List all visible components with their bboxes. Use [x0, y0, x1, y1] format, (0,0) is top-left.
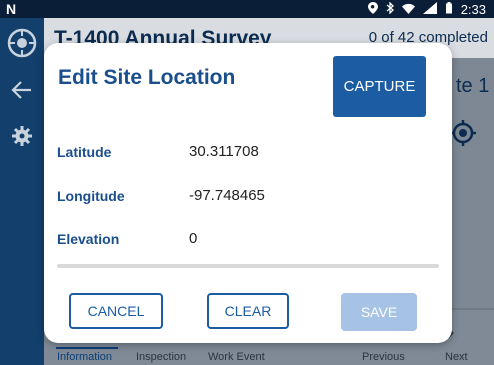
- status-bar: N 2:33: [0, 0, 494, 18]
- back-arrow-icon[interactable]: [0, 80, 44, 105]
- next-button[interactable]: Next: [445, 351, 468, 363]
- wifi-icon: [401, 2, 415, 17]
- save-button[interactable]: SAVE: [341, 293, 417, 331]
- active-tab-indicator: [56, 347, 118, 349]
- bluetooth-icon: [386, 1, 394, 17]
- tab-information[interactable]: Information: [57, 351, 112, 363]
- capture-button[interactable]: CAPTURE: [333, 56, 426, 117]
- signal-icon: [422, 2, 437, 17]
- site-label: te 1: [456, 75, 490, 97]
- edit-site-location-dialog: Edit Site Location CAPTURE Latitude 30.3…: [44, 43, 452, 343]
- status-time: 2:33: [460, 2, 486, 17]
- dialog-title: Edit Site Location: [58, 66, 236, 89]
- longitude-label: Longitude: [57, 188, 125, 204]
- tab-work-event[interactable]: Work Event: [208, 351, 265, 363]
- latitude-value: 30.311708: [189, 143, 259, 160]
- gear-icon[interactable]: [0, 126, 44, 151]
- clear-button[interactable]: CLEAR: [207, 293, 289, 329]
- n-icon: N: [6, 1, 17, 17]
- status-icons: 2:33: [367, 1, 486, 17]
- previous-button[interactable]: Previous: [362, 351, 405, 363]
- elevation-label: Elevation: [57, 231, 120, 247]
- divider: [57, 264, 439, 268]
- side-rail: [0, 18, 44, 365]
- elevation-value: 0: [189, 230, 198, 247]
- latitude-label: Latitude: [57, 144, 112, 160]
- longitude-value: -97.748465: [189, 187, 265, 204]
- tab-inspection[interactable]: Inspection: [136, 351, 186, 363]
- gps-target-icon[interactable]: [450, 120, 476, 153]
- battery-icon: [445, 2, 453, 17]
- cancel-button[interactable]: CANCEL: [69, 293, 163, 329]
- location-icon: [367, 2, 378, 17]
- app-logo-icon[interactable]: [0, 28, 44, 63]
